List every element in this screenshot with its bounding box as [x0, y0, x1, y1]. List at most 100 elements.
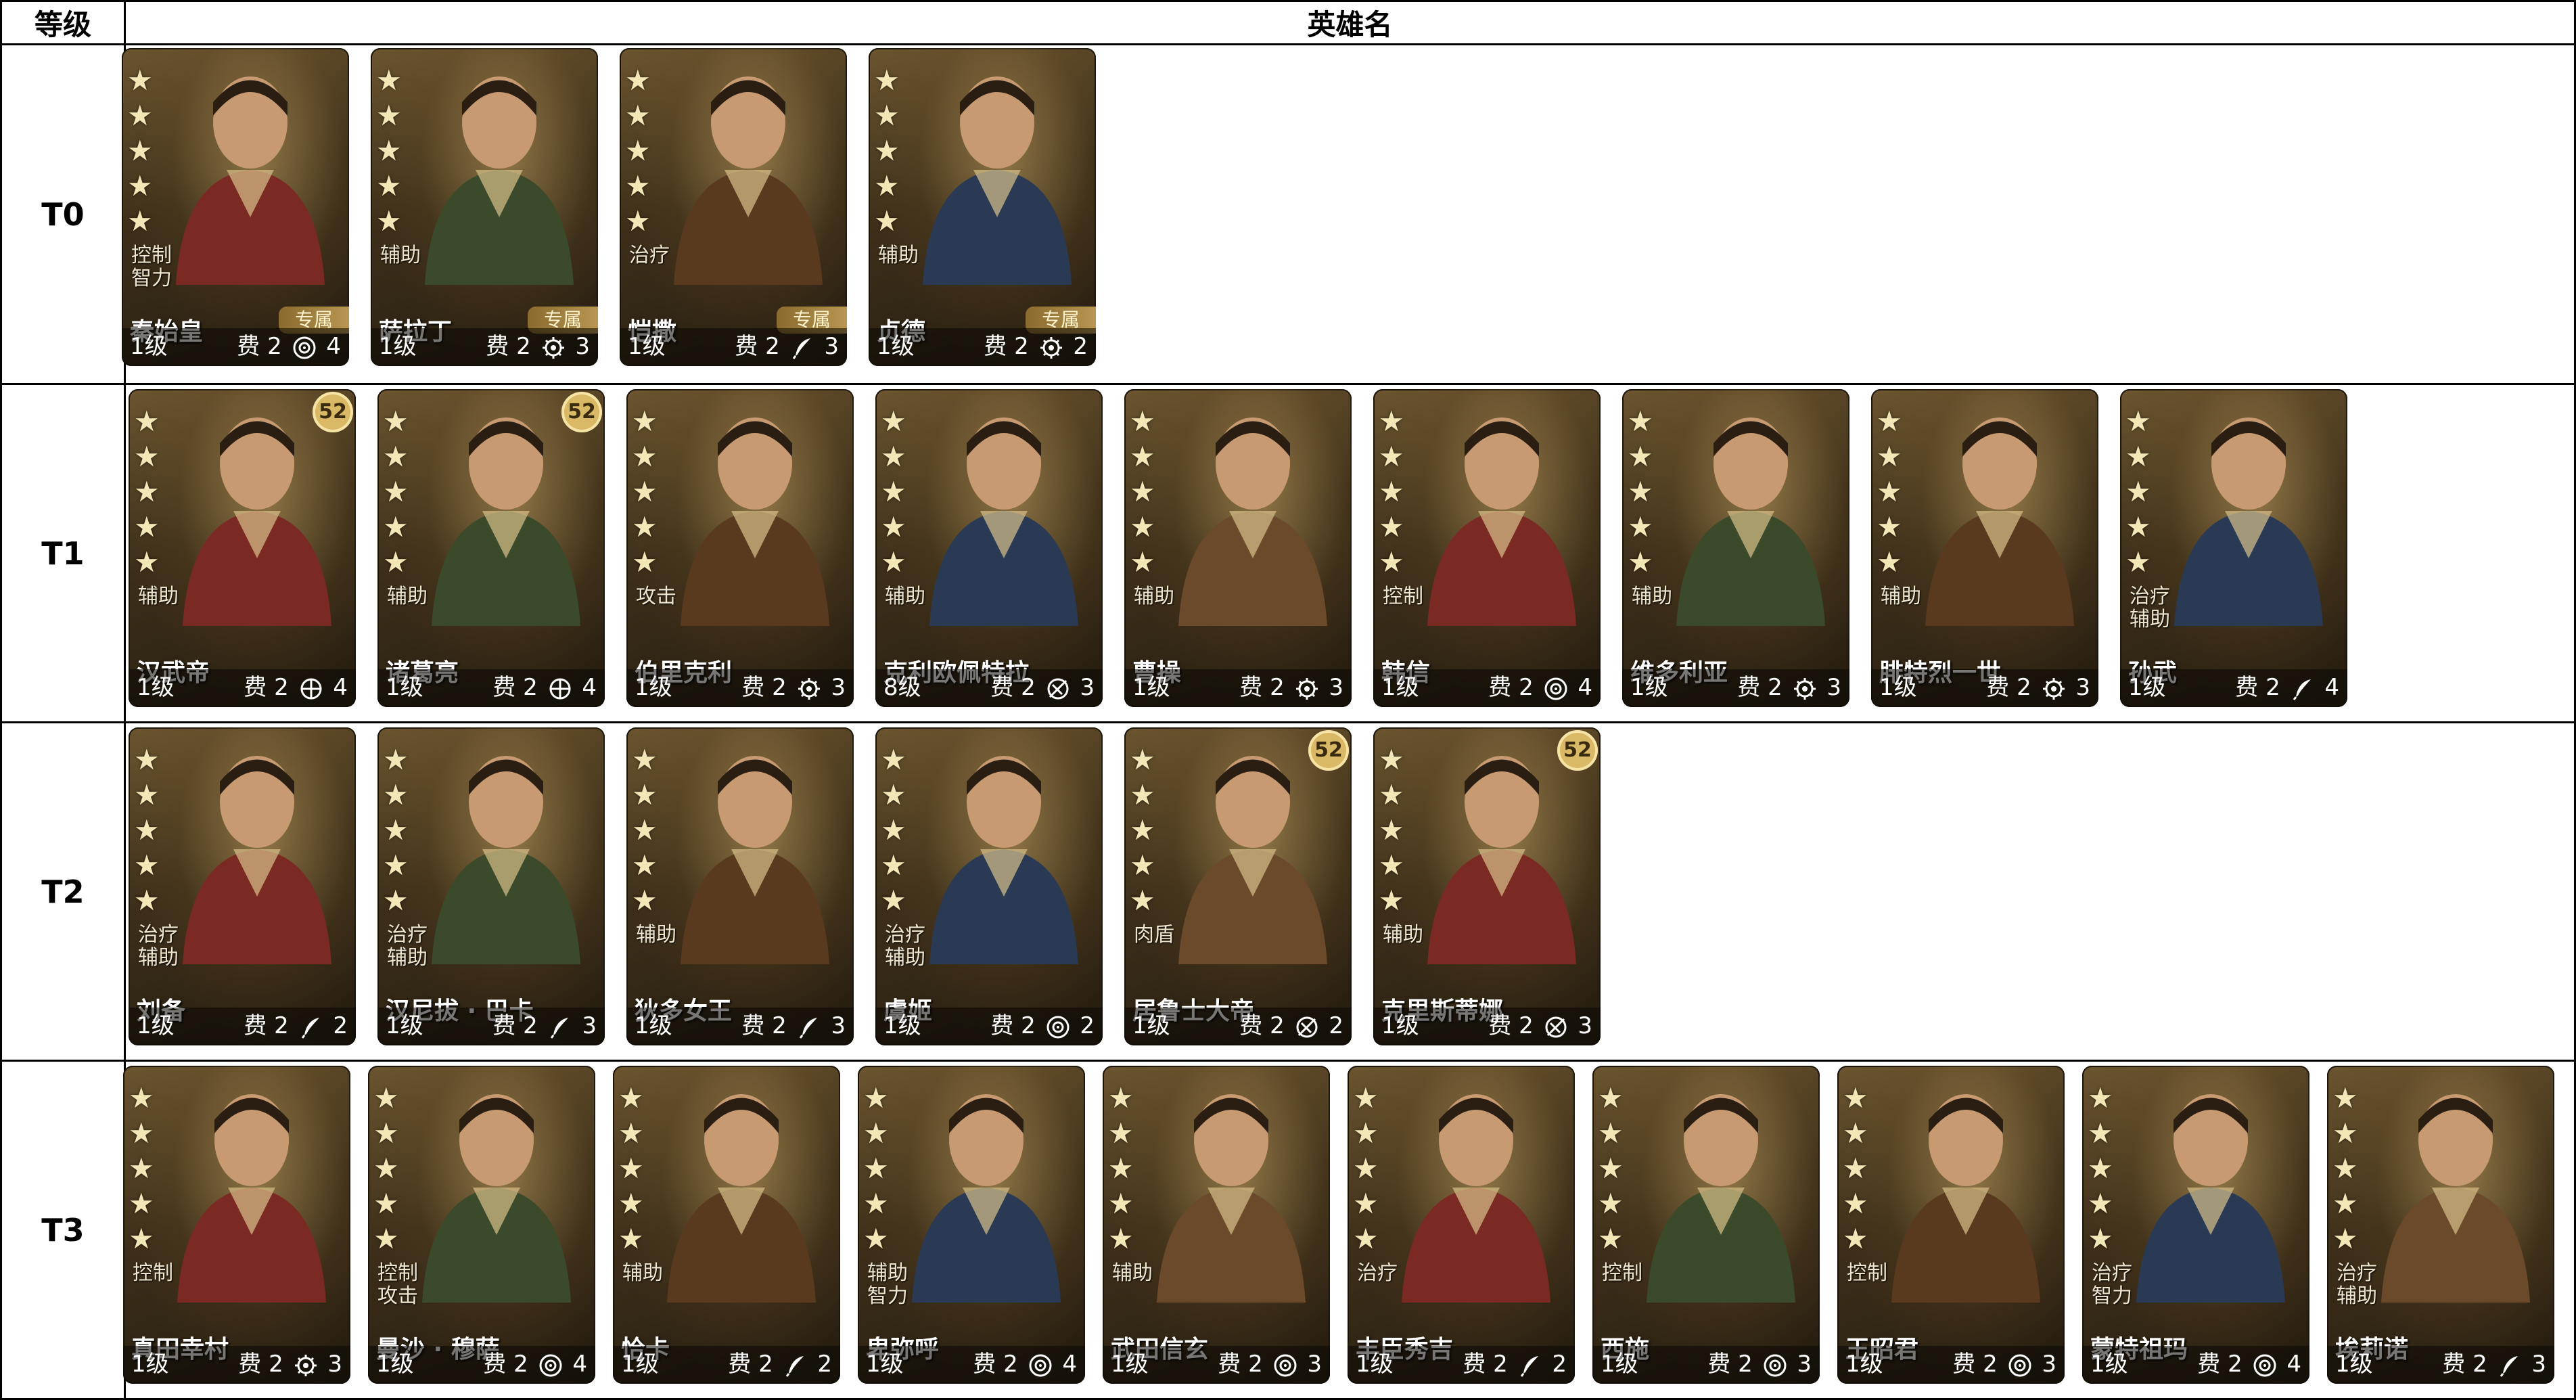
gear-icon [1793, 677, 1817, 701]
hero-card[interactable]: ★★★★★辅助诸葛亮521级 费 2 4 [377, 389, 605, 707]
hero-roles: 辅助 [1383, 924, 1423, 947]
hero-level: 1级 [635, 674, 672, 701]
hero-card[interactable]: ★★★★★辅助汉武帝521级 费 2 4 [129, 389, 356, 707]
hero-cost: 费 2 3 [741, 1007, 846, 1040]
star-icon: ★ [863, 1152, 889, 1185]
hero-role: 辅助 [2130, 608, 2170, 631]
star-icon: ★ [129, 1222, 154, 1255]
hero-card[interactable]: ★★★★★辅助萨拉丁专属1级 费 2 3 [371, 48, 598, 366]
star-rating: ★ ★ ★ ★ ★ [881, 742, 915, 918]
hero-portrait [1178, 756, 1327, 964]
header-hero-name: 英雄名 [124, 0, 2576, 45]
star-icon: ★ [2088, 1152, 2113, 1185]
star-icon: ★ [376, 99, 402, 132]
star-rating: ★ ★ ★ ★ ★ [1843, 1081, 1877, 1257]
star-icon: ★ [383, 813, 409, 846]
star-icon: ★ [373, 1222, 399, 1255]
hero-count: 4 [326, 333, 341, 360]
hero-role: 辅助 [138, 585, 179, 608]
hero-card[interactable]: ★★★★★辅助克利欧佩特拉8级 费 2 3 [875, 389, 1103, 707]
hero-portrait [929, 756, 1078, 964]
star-icon: ★ [376, 64, 402, 97]
hero-card[interactable]: ★★★★★控制王昭君1级 费 2 3 [1837, 1066, 2065, 1384]
star-icon: ★ [1379, 510, 1404, 543]
hero-card[interactable]: ★★★★★控制攻击曼沙 · 穆萨1级 费 2 4 [368, 1066, 595, 1384]
star-icon: ★ [881, 440, 906, 473]
star-icon: ★ [1843, 1152, 1868, 1185]
star-icon: ★ [1877, 510, 1902, 543]
hero-count: 3 [1797, 1351, 1812, 1378]
hero-card[interactable]: ★★★★★攻击伯里克利1级 费 2 3 [626, 389, 854, 707]
feather-icon [797, 1015, 821, 1039]
star-icon: ★ [127, 64, 153, 97]
hero-card[interactable]: ★★★★★辅助恰卡1级 费 2 2 [613, 1066, 840, 1384]
cost-value: 2 [1768, 674, 1782, 701]
tier-label-t0: T0 [0, 43, 126, 385]
hero-card[interactable]: ★★★★★治疗智力蒙特祖玛1级 费 2 4 [2082, 1066, 2309, 1384]
star-icon: ★ [1108, 1187, 1134, 1220]
star-rating: ★ ★ ★ ★ ★ [1353, 1081, 1387, 1257]
slash-icon [1295, 1015, 1319, 1039]
hero-portrait [1402, 1094, 1550, 1303]
hero-portrait [432, 417, 580, 626]
hero-card[interactable]: ★★★★★辅助狄多女王1级 费 2 3 [626, 727, 854, 1045]
star-icon: ★ [1843, 1081, 1868, 1114]
hero-card[interactable]: ★★★★★辅助智力卑弥呼1级 费 2 4 [858, 1066, 1085, 1384]
hero-card[interactable]: ★★★★★辅助武田信玄1级 费 2 3 [1103, 1066, 1330, 1384]
hero-card[interactable]: ★★★★★控制西施1级 费 2 3 [1592, 1066, 1820, 1384]
star-icon: ★ [632, 813, 658, 846]
star-icon: ★ [2125, 405, 2151, 438]
hero-card[interactable]: ★★★★★控制智力秦始皇专属1级 费 2 4 [122, 48, 349, 366]
star-icon: ★ [376, 204, 402, 238]
hero-level: 1级 [1381, 1012, 1419, 1039]
hero-card[interactable]: ★★★★★辅助维多利亚1级 费 2 3 [1622, 389, 1849, 707]
star-icon: ★ [881, 475, 906, 508]
hero-count: 3 [582, 1012, 597, 1039]
hero-cost: 费 2 3 [1488, 1007, 1592, 1040]
hero-card[interactable]: ★★★★★辅助贞德专属1级 费 2 2 [869, 48, 1096, 366]
hero-card[interactable]: ★★★★★控制真田幸村1级 费 2 3 [123, 1066, 350, 1384]
hero-role: 辅助 [1134, 585, 1174, 608]
star-rating: ★ ★ ★ ★ ★ [1108, 1081, 1142, 1257]
cost-value: 2 [765, 333, 780, 360]
hero-card[interactable]: ★★★★★辅助克里斯蒂娜521级 费 2 3 [1373, 727, 1601, 1045]
hero-role: 智力 [2092, 1284, 2132, 1308]
star-rating: ★ ★ ★ ★ ★ [2088, 1081, 2121, 1257]
hero-card[interactable]: ★★★★★肉盾居鲁士大帝521级 费 2 2 [1124, 727, 1352, 1045]
hero-card[interactable]: ★★★★★控制韩信1级 费 2 4 [1373, 389, 1601, 707]
hero-card[interactable]: ★★★★★辅助曹操1级 费 2 3 [1124, 389, 1352, 707]
cost-prefix: 费 [1239, 674, 1263, 701]
target-icon [538, 1353, 563, 1378]
hero-card[interactable]: ★★★★★治疗恺撒专属1级 费 2 3 [620, 48, 847, 366]
star-icon: ★ [134, 475, 160, 508]
cost-value: 2 [1003, 1351, 1018, 1378]
star-icon: ★ [1130, 405, 1155, 438]
star-icon: ★ [1353, 1116, 1379, 1150]
hero-role: 治疗 [629, 244, 670, 267]
hero-card[interactable]: ★★★★★治疗辅助虞姬1级 费 2 2 [875, 727, 1103, 1045]
feather-icon [299, 1015, 323, 1039]
hero-cost: 费 2 4 [237, 328, 341, 361]
hero-card[interactable]: ★★★★★治疗辅助孙武1级 费 2 4 [2120, 389, 2347, 707]
cost-prefix: 费 [973, 1351, 996, 1378]
hero-level: 1级 [137, 674, 175, 701]
star-icon: ★ [874, 134, 900, 167]
hero-roles: 治疗 [629, 244, 670, 267]
hero-card[interactable]: ★★★★★治疗辅助埃莉诺1级 费 2 3 [2327, 1066, 2554, 1384]
star-icon: ★ [1379, 440, 1404, 473]
hero-level: 1级 [386, 674, 423, 701]
star-icon: ★ [127, 99, 153, 132]
tier-label-t2: T2 [0, 721, 126, 1062]
hero-count: 4 [2324, 674, 2339, 701]
hero-card[interactable]: ★★★★★治疗丰臣秀吉1级 费 2 2 [1348, 1066, 1575, 1384]
star-icon: ★ [129, 1152, 154, 1185]
cost-value: 2 [1021, 674, 1036, 701]
hero-card[interactable]: ★★★★★治疗辅助刘备1级 费 2 2 [129, 727, 356, 1045]
star-icon: ★ [373, 1152, 399, 1185]
hero-roles: 控制 [1383, 585, 1423, 608]
star-rating: ★ ★ ★ ★ ★ [2332, 1081, 2366, 1257]
hero-card[interactable]: ★★★★★治疗辅助汉尼拔 · 巴卡1级 费 2 3 [377, 727, 605, 1045]
star-rating: ★ ★ ★ ★ ★ [632, 742, 666, 918]
cost-prefix: 费 [1218, 1351, 1241, 1378]
hero-card[interactable]: ★★★★★辅助腓特烈一世1级 费 2 3 [1871, 389, 2098, 707]
